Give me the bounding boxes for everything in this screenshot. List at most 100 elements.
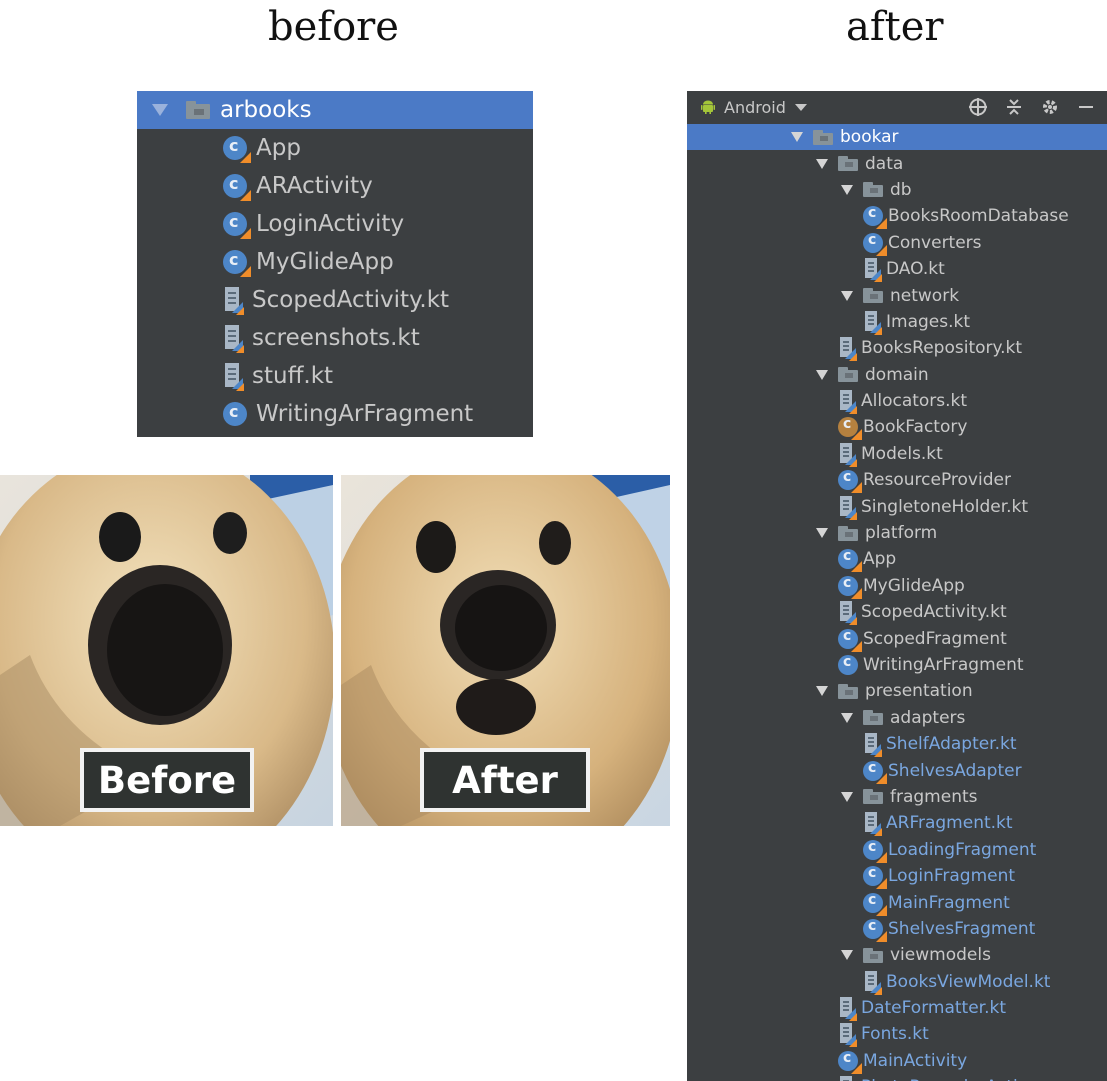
expand-arrow-icon[interactable] [840, 791, 854, 802]
expand-arrow-icon[interactable] [815, 686, 829, 697]
expand-arrow-icon[interactable] [790, 132, 804, 143]
expand-arrow-icon[interactable] [840, 290, 854, 301]
tree-file-row[interactable]: Models.kt [687, 441, 1107, 467]
tree-file-row[interactable]: MyGlideApp [687, 573, 1107, 599]
tree-item-label: BooksRoomDatabase [888, 206, 1069, 227]
kotlin-class-icon [223, 136, 251, 163]
folder-icon [838, 525, 860, 541]
tree-file-row[interactable]: Fonts.kt [687, 1021, 1107, 1048]
kotlin-class-icon [838, 548, 862, 573]
tree-file-row[interactable]: BooksRoomDatabase [687, 203, 1107, 230]
view-selector[interactable]: Android [724, 98, 786, 117]
tree-item-label: db [890, 179, 912, 200]
kotlin-file-icon [223, 325, 244, 353]
before-photo: Before [0, 475, 333, 826]
tree-item-label: adapters [890, 707, 966, 728]
expand-arrow-icon[interactable] [840, 184, 854, 195]
tree-item-label: BooksRepository.kt [861, 338, 1023, 359]
kotlin-file-icon [838, 997, 857, 1022]
tree-folder-row[interactable]: network [687, 282, 1107, 308]
tree-folder-row[interactable]: bookar [687, 124, 1107, 151]
tree-file-row[interactable]: SingletoneHolder.kt [687, 493, 1107, 520]
before-tree-item[interactable]: screenshots.kt [137, 319, 533, 357]
tree-item-label: BooksViewModel.kt [886, 971, 1051, 992]
tree-folder-row[interactable]: platform [687, 520, 1107, 546]
expand-arrow-icon[interactable] [840, 950, 854, 961]
tree-file-row[interactable]: ScopedFragment [687, 625, 1107, 652]
kotlin-class-icon [838, 469, 862, 494]
tree-item-label: SingletoneHolder.kt [861, 496, 1029, 517]
tree-item-label: WritingArFragment [256, 401, 474, 427]
tree-folder-row[interactable]: viewmodels [687, 942, 1107, 968]
tree-file-row[interactable]: ARFragment.kt [687, 810, 1107, 837]
before-tree-item[interactable]: ARActivity [137, 167, 533, 205]
class-icon [223, 402, 247, 426]
chevron-down-icon[interactable] [794, 103, 807, 111]
kotlin-file-icon [838, 1023, 857, 1048]
tree-file-row[interactable]: App [687, 546, 1107, 573]
tree-item-label: ShelvesAdapter [888, 760, 1022, 781]
kotlin-class-icon [863, 839, 887, 863]
tree-folder-row[interactable]: adapters [687, 705, 1107, 731]
tree-item-label: ShelfAdapter.kt [886, 734, 1017, 755]
tree-item-label: MainActivity [863, 1050, 968, 1071]
expand-arrow-icon[interactable] [152, 104, 168, 116]
tree-folder-row[interactable]: domain [687, 362, 1107, 388]
before-tree-item[interactable]: ScopedActivity.kt [137, 281, 533, 319]
tree-folder-row[interactable]: data [687, 150, 1107, 176]
collapse-all-icon[interactable] [1003, 96, 1025, 118]
tree-file-row[interactable]: Images.kt [687, 309, 1107, 335]
tree-item-label: PhotoRecorderActi... [861, 1077, 1034, 1081]
before-tree-root[interactable]: arbooks [137, 91, 533, 129]
kotlin-file-icon [838, 1076, 856, 1081]
expand-arrow-icon[interactable] [815, 528, 829, 539]
before-tree-item[interactable]: App [137, 129, 533, 167]
tree-file-row[interactable]: LoadingFragment [687, 837, 1107, 863]
before-tree-item[interactable]: stuff.kt [137, 357, 533, 395]
settings-icon[interactable] [1039, 96, 1061, 118]
expand-arrow-icon[interactable] [840, 712, 854, 723]
tree-file-row[interactable]: BooksRepository.kt [687, 335, 1107, 362]
folder-icon [863, 789, 885, 805]
before-tree-item[interactable]: WritingArFragment [137, 395, 533, 433]
tree-file-row[interactable]: Converters [687, 230, 1107, 256]
expand-arrow-icon[interactable] [815, 369, 829, 380]
tree-folder-row[interactable]: presentation [687, 678, 1107, 704]
before-heading: before [268, 4, 399, 50]
locate-icon[interactable] [967, 96, 989, 118]
kotlin-class-icon [223, 174, 251, 201]
kotlin-class-icon [838, 575, 862, 599]
tree-file-row[interactable]: ScopedActivity.kt [687, 599, 1107, 626]
tree-file-row[interactable]: MainFragment [687, 889, 1107, 916]
before-tree-item[interactable]: MyGlideApp [137, 243, 533, 281]
tree-file-row[interactable]: Allocators.kt [687, 388, 1107, 415]
tree-file-row[interactable]: DAO.kt [687, 256, 1107, 283]
tree-item-label: presentation [865, 681, 973, 702]
tree-file-row[interactable]: ShelvesFragment [687, 916, 1107, 942]
hide-icon[interactable] [1075, 96, 1097, 118]
tree-file-row[interactable]: MainActivity [687, 1048, 1107, 1074]
kotlin-class-icon [223, 250, 251, 277]
expand-arrow-icon[interactable] [815, 158, 829, 169]
tree-file-row[interactable]: PhotoRecorderActi... [687, 1074, 1107, 1081]
before-tree-item[interactable]: LoginActivity [137, 205, 533, 243]
tree-folder-row[interactable]: fragments [687, 784, 1107, 810]
tree-file-row[interactable]: DateFormatter.kt [687, 995, 1107, 1022]
tree-item-label: ShelvesFragment [888, 918, 1036, 939]
tree-file-row[interactable]: BooksViewModel.kt [687, 969, 1107, 995]
tree-file-row[interactable]: ResourceProvider [687, 467, 1107, 494]
kotlin-class-icon [223, 212, 251, 239]
tree-file-row[interactable]: LoginFragment [687, 863, 1107, 890]
tree-file-row[interactable]: BookFactory [687, 414, 1107, 441]
tree-item-label: viewmodels [890, 945, 991, 966]
tree-file-row[interactable]: WritingArFragment [687, 652, 1107, 678]
tree-item-label: Allocators.kt [861, 391, 968, 412]
tree-file-row[interactable]: ShelvesAdapter [687, 757, 1107, 784]
tree-item-label: data [865, 153, 904, 174]
kotlin-class-icon [863, 865, 887, 890]
tree-folder-row[interactable]: db [687, 177, 1107, 203]
kotlin-file-icon [863, 812, 882, 837]
tree-item-label: fragments [890, 786, 978, 807]
tree-item-label: ResourceProvider [863, 470, 1011, 491]
tree-file-row[interactable]: ShelfAdapter.kt [687, 731, 1107, 758]
